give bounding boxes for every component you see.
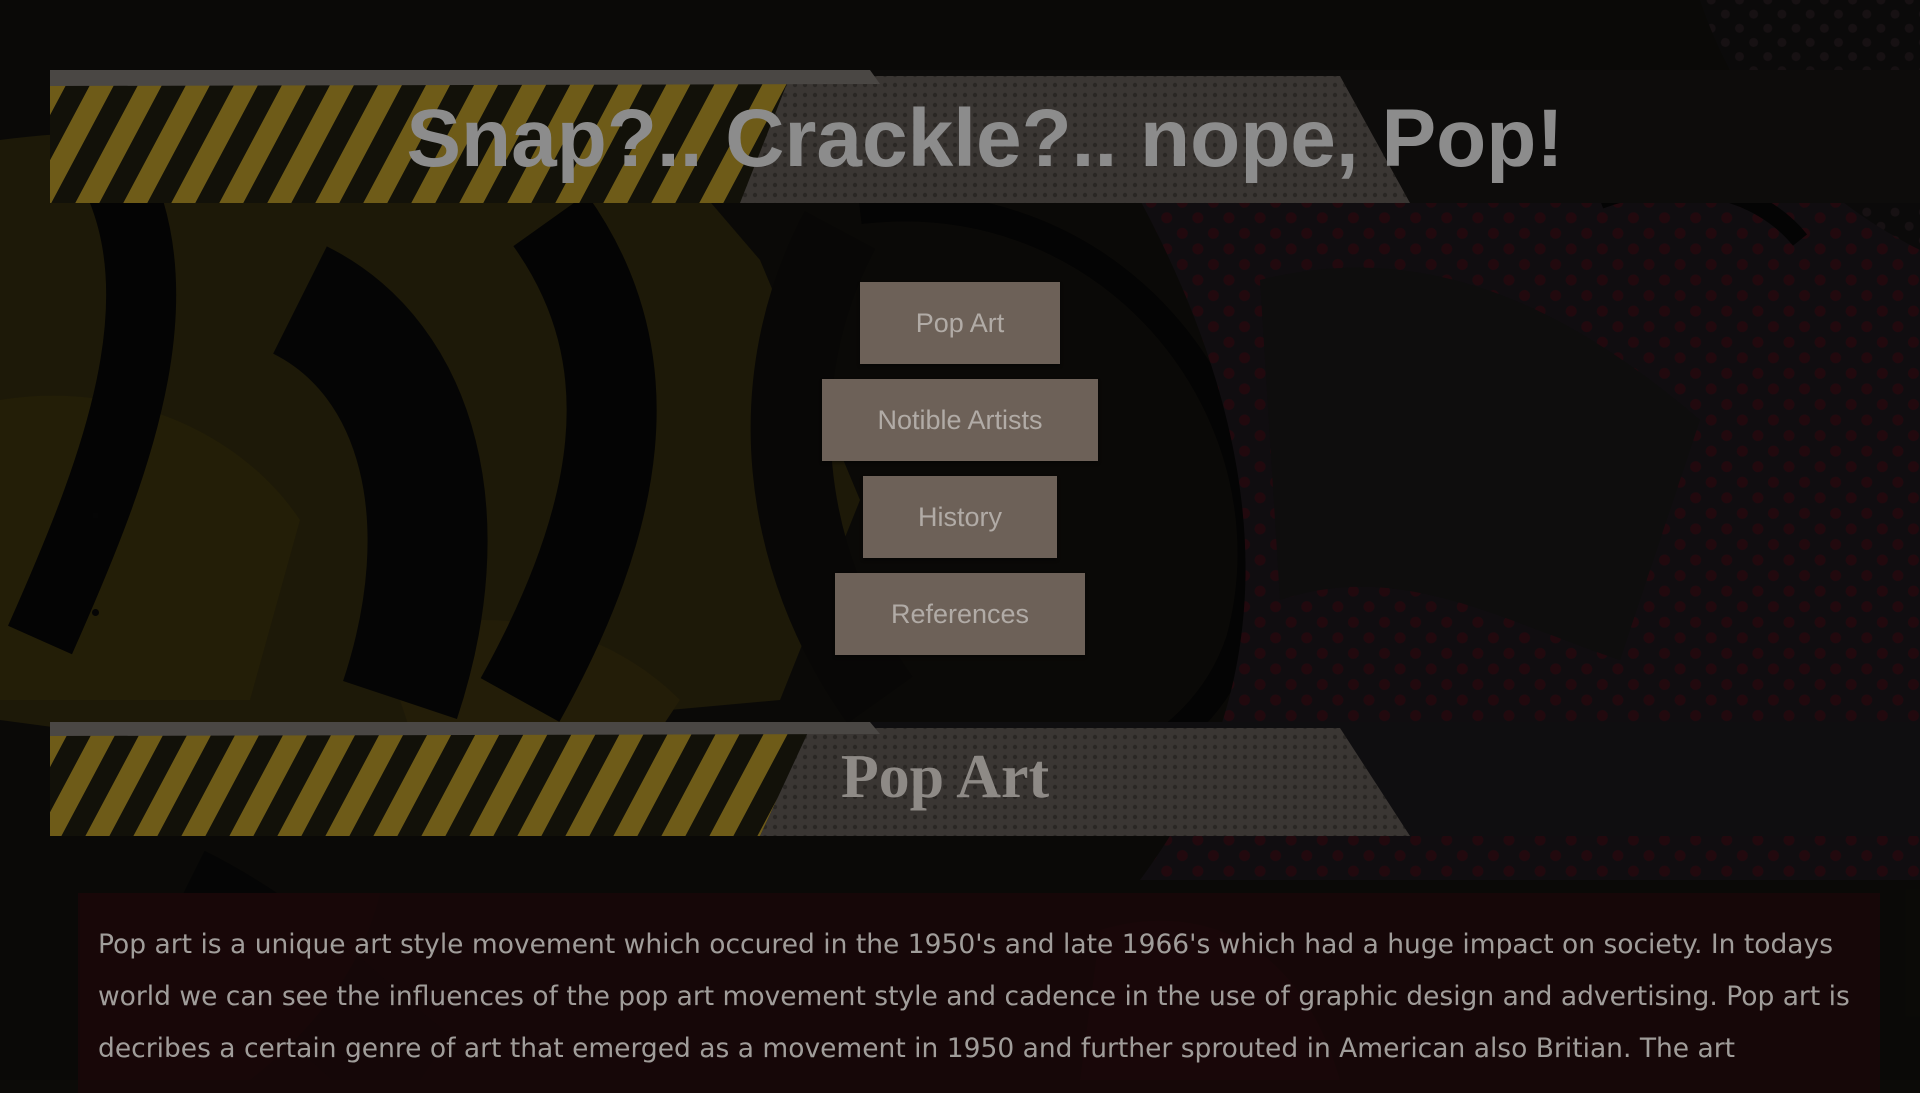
article-paragraph: Pop art is a unique art style movement w… xyxy=(98,929,1850,1064)
list-bullet-icon xyxy=(92,512,99,519)
site-title: Snap?.. Crackle?.. nope, Pop! xyxy=(406,93,1564,184)
site-header-banner: Snap?.. Crackle?.. nope, Pop! xyxy=(50,70,1920,203)
nav-list-item: Pop Art xyxy=(0,282,1920,379)
page-content: Snap?.. Crackle?.. nope, Pop! Pop Art No… xyxy=(0,0,1920,1093)
list-bullet-icon xyxy=(92,609,99,616)
nav-list-item: Notible Artists xyxy=(0,379,1920,476)
nav-list-item: History xyxy=(0,476,1920,573)
section-heading-banner: Pop Art xyxy=(50,722,1920,836)
nav-button-references[interactable]: References xyxy=(834,573,1086,655)
nav-button-pop-art[interactable]: Pop Art xyxy=(859,282,1061,364)
article-content: Pop art is a unique art style movement w… xyxy=(78,893,1880,1093)
nav-list-item: References xyxy=(0,573,1920,670)
nav-button-notible-artists[interactable]: Notible Artists xyxy=(822,379,1098,461)
main-nav: Pop Art Notible Artists History Referenc… xyxy=(0,282,1920,670)
section-heading: Pop Art xyxy=(840,743,1050,811)
nav-button-history[interactable]: History xyxy=(862,476,1057,558)
